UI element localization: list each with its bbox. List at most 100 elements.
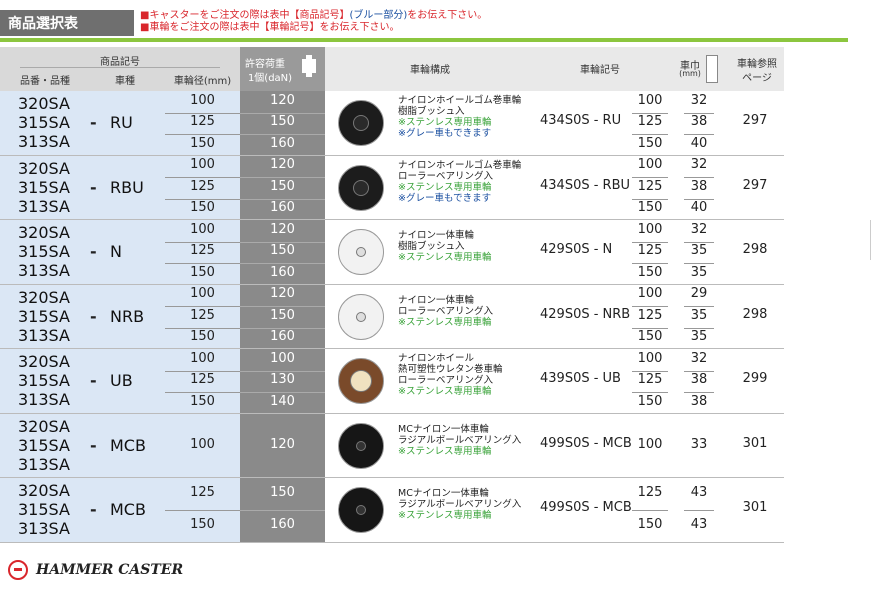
wheel-diameter: 100: [190, 350, 215, 366]
wheel-diameter-ref: 150: [637, 329, 663, 345]
wheel-type-code: MCB: [110, 435, 146, 455]
table-row: 320SA 315SA 313SA - MCB 125 150 150 160 MCナイロン一体車…: [0, 478, 784, 543]
reference-page: 298: [742, 306, 768, 322]
weight-icon: [300, 55, 318, 77]
wheel-diameter-ref: 100: [637, 350, 663, 366]
wheel-diameter-ref: 125: [637, 114, 663, 130]
header-load-title: 許容荷重: [245, 59, 285, 70]
wheel-diameter: 100: [190, 286, 215, 302]
reference-page: 301: [742, 500, 768, 515]
allowable-load: 150: [270, 114, 295, 130]
wheel-diameter-ref: 150: [637, 264, 663, 280]
wheel-width-icon: [706, 55, 718, 83]
allowable-load: 120: [270, 436, 295, 452]
wheel-diameter: 125: [190, 372, 215, 388]
header-product-code: 商品記号: [100, 57, 140, 68]
wheel-diameter: 125: [190, 114, 215, 130]
model-numbers: 320SA 315SA 313SA: [18, 287, 70, 345]
dash-separator: -: [90, 500, 97, 519]
wheel-diameter: 150: [190, 135, 215, 151]
wheel-type-code: UB: [110, 371, 133, 390]
allowable-load: 150: [270, 243, 295, 259]
wheel-image: [338, 487, 384, 533]
wheel-image: [338, 164, 384, 211]
wheel-diameter: 150: [190, 200, 215, 216]
wheel-diameter-ref: 100: [637, 286, 663, 302]
allowable-load: 120: [270, 286, 295, 302]
header-ref-page: 車輪参照: [737, 59, 777, 70]
wheel-code: 434S0S - RBU: [540, 177, 631, 193]
wheel-image: [338, 293, 384, 340]
allowable-load: 160: [270, 135, 295, 151]
allowable-load: 160: [270, 517, 295, 533]
wheel-code: 499S0S - MCB: [540, 435, 632, 451]
model-numbers: 320SA 315SA 313SA: [18, 416, 70, 474]
wheel-diameter-ref: 125: [637, 485, 663, 501]
reference-page: 299: [742, 371, 768, 386]
wheel-width: 35: [690, 264, 708, 280]
wheel-diameter-ref: 150: [637, 517, 663, 533]
wheel-diameter: 125: [190, 485, 215, 501]
wheel-diameter: 150: [190, 329, 215, 345]
allowable-load: 100: [270, 350, 295, 366]
table-row: 320SA 315SA 313SA - N 100 120 125 150 150 160 ナイロン一…: [0, 220, 784, 285]
wheel-description: ナイロン一体車輪 樹脂ブッシュ入 ※ステンレス専用車輪: [398, 230, 492, 263]
cell-divider: [632, 510, 668, 512]
table-row: 320SA 315SA 313SA - MCB 100 120 MCナイロン一体車輪 ラジアルボ…: [0, 413, 784, 478]
wheel-width: 32: [690, 92, 708, 108]
accent-divider: [0, 38, 848, 42]
dash-separator: -: [90, 242, 97, 261]
wheel-width: 35: [690, 307, 708, 323]
wheel-diameter-ref: 125: [637, 178, 663, 194]
wheel-description: MCナイロン一体車輪 ラジアルボールベアリング入 ※ステンレス専用車輪: [398, 488, 522, 521]
wheel-width: 32: [690, 221, 708, 237]
allowable-load: 150: [270, 178, 295, 194]
wheel-type-code: MCB: [110, 500, 146, 519]
order-notes: ■キャスターをご注文の際は表中【商品記号】(ブルー部分)をお伝え下さい。 ■車輪…: [140, 10, 487, 34]
dash-separator: -: [90, 371, 97, 390]
wheel-code: 439S0S - UB: [540, 371, 621, 386]
wheel-diameter: 125: [190, 178, 215, 194]
wheel-width: 38: [690, 178, 708, 194]
page-title: 商品選択表: [0, 10, 134, 36]
reference-page: 298: [742, 242, 768, 257]
wheel-diameter-ref: 100: [637, 157, 663, 173]
logo-mark-icon: [8, 560, 28, 580]
allowable-load: 120: [270, 92, 295, 108]
wheel-diameter: 150: [190, 517, 215, 533]
allowable-load: 160: [270, 329, 295, 345]
wheel-description: ナイロン一体車輪 ローラーベアリング入 ※ステンレス専用車輪: [398, 294, 494, 328]
wheel-width: 33: [690, 436, 708, 452]
reference-page: 301: [742, 435, 768, 451]
wheel-code: 429S0S - N: [540, 242, 613, 257]
wheel-diameter-ref: 125: [637, 372, 663, 388]
logo-text: HAMMER CASTER: [36, 562, 184, 578]
allowable-load: 150: [270, 485, 295, 501]
allowable-load: 160: [270, 200, 295, 216]
dash-separator: -: [90, 435, 97, 455]
wheel-description: ナイロンホイール 熱可塑性ウレタン巻車輪 ローラーベアリング入 ※ステンレス専用車輪: [398, 353, 503, 397]
wheel-width: 38: [690, 114, 708, 130]
wheel-width: 29: [690, 286, 708, 302]
wheel-diameter-ref: 100: [637, 92, 663, 108]
wheel-width: 40: [690, 200, 708, 216]
wheel-code: 499S0S - MCB: [540, 500, 632, 515]
table-row: 320SA 315SA 313SA - NRB 100 120 125 150 150 160 ナイロ…: [0, 284, 784, 349]
wheel-width: 43: [690, 517, 708, 533]
model-numbers: 320SA 315SA 313SA: [18, 94, 70, 151]
table-row: 320SA 315SA 313SA - RBU 100 120 125 150 150 160 ナイロ…: [0, 155, 784, 220]
wheel-description: ナイロンホイールゴム巻車輪 樹脂ブッシュ入 ※ステンレス専用車輪 ※グレー車もできます: [398, 95, 522, 139]
wheel-width: 32: [690, 157, 708, 173]
wheel-width: 32: [690, 350, 708, 366]
wheel-width: 38: [690, 372, 708, 388]
wheel-diameter: 125: [190, 307, 215, 323]
allowable-load: 130: [270, 372, 295, 388]
wheel-diameter-ref: 150: [637, 200, 663, 216]
wheel-diameter-ref: 100: [637, 221, 663, 237]
wheel-type-code: RU: [110, 113, 133, 132]
wheel-code: 429S0S - NRB: [540, 306, 631, 322]
wheel-width: 35: [690, 243, 708, 259]
wheel-diameter-ref: 150: [637, 393, 663, 409]
header-wheel-type: 車種: [115, 76, 135, 87]
wheel-type-code: N: [110, 242, 122, 261]
